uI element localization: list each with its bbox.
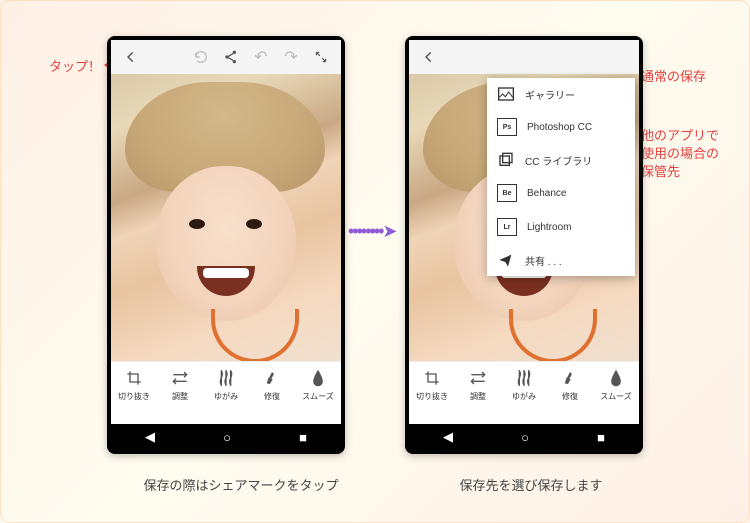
restore-button[interactable]: [189, 45, 213, 69]
tool-strip: 切り抜き 調整 ゆがみ 修復 スムーズ: [409, 361, 639, 424]
share-icon: [497, 252, 515, 268]
menu-label: ギャラリー: [525, 87, 575, 102]
nav-home-icon[interactable]: ○: [521, 430, 529, 445]
ps-icon: Ps: [497, 118, 517, 136]
undo-button[interactable]: ↶: [249, 45, 273, 69]
tool-warp[interactable]: ゆがみ: [504, 368, 544, 402]
android-navbar: ◀ ○ ■: [111, 424, 341, 450]
tool-warp[interactable]: ゆがみ: [206, 368, 246, 402]
photo-canvas[interactable]: [111, 74, 341, 361]
tool-label: 切り抜き: [118, 391, 150, 402]
nav-back-icon[interactable]: ◀: [443, 429, 453, 445]
menu-gallery[interactable]: ギャラリー: [487, 78, 635, 110]
nav-recent-icon[interactable]: ■: [299, 430, 307, 445]
lr-icon: Lr: [497, 218, 517, 236]
tool-adjust[interactable]: 調整: [458, 368, 498, 402]
toolbar: [409, 40, 639, 74]
menu-photoshop[interactable]: Ps Photoshop CC: [487, 110, 635, 144]
tool-heal[interactable]: 修復: [252, 368, 292, 402]
menu-label: 共有 . . .: [525, 253, 562, 268]
be-icon: Be: [497, 184, 517, 202]
tool-crop[interactable]: 切り抜き: [412, 368, 452, 402]
redo-button[interactable]: ↷: [279, 45, 303, 69]
tool-heal[interactable]: 修復: [550, 368, 590, 402]
tool-label: 修復: [264, 391, 280, 402]
gallery-icon: [497, 86, 515, 102]
tool-crop[interactable]: 切り抜き: [114, 368, 154, 402]
caption-left: 保存の際はシェアマークをタップ: [111, 475, 371, 494]
back-button[interactable]: [417, 45, 441, 69]
menu-cc-library[interactable]: CC ライブラリ: [487, 144, 635, 176]
tool-smooth[interactable]: スムーズ: [298, 368, 338, 402]
lib-icon: [497, 152, 515, 168]
fullscreen-button[interactable]: [309, 45, 333, 69]
menu-label: CC ライブラリ: [525, 153, 592, 168]
menu-behance[interactable]: Be Behance: [487, 176, 635, 210]
tool-label: スムーズ: [600, 391, 632, 402]
nav-home-icon[interactable]: ○: [223, 430, 231, 445]
phone-left: ↶ ↷ 切り抜き 調整 ゆがみ 修復 スムーズ ◀ ○ ■: [107, 36, 345, 454]
tool-label: 切り抜き: [416, 391, 448, 402]
phone-right: 切り抜き 調整 ゆがみ 修復 スムーズ ギャラリー Ps Photoshop C…: [405, 36, 643, 454]
tool-label: ゆがみ: [512, 391, 536, 402]
menu-label: Behance: [527, 188, 566, 199]
menu-label: Photoshop CC: [527, 122, 592, 133]
menu-lightroom[interactable]: Lr Lightroom: [487, 210, 635, 244]
save-menu: ギャラリー Ps Photoshop CC CC ライブラリ Be Behanc…: [487, 78, 635, 276]
tool-label: ゆがみ: [214, 391, 238, 402]
menu-share[interactable]: 共有 . . .: [487, 244, 635, 276]
tool-label: 調整: [172, 391, 188, 402]
tool-label: スムーズ: [302, 391, 334, 402]
share-button[interactable]: [219, 45, 243, 69]
tool-adjust[interactable]: 調整: [160, 368, 200, 402]
tool-smooth[interactable]: スムーズ: [596, 368, 636, 402]
caption-right: 保存先を選び保存します: [401, 475, 661, 494]
tool-label: 調整: [470, 391, 486, 402]
menu-label: Lightroom: [527, 222, 571, 233]
tool-strip: 切り抜き 調整 ゆがみ 修復 スムーズ: [111, 361, 341, 424]
nav-recent-icon[interactable]: ■: [597, 430, 605, 445]
nav-back-icon[interactable]: ◀: [145, 429, 155, 445]
back-button[interactable]: [119, 45, 143, 69]
toolbar: ↶ ↷: [111, 40, 341, 74]
tool-label: 修復: [562, 391, 578, 402]
android-navbar: ◀ ○ ■: [409, 424, 639, 450]
